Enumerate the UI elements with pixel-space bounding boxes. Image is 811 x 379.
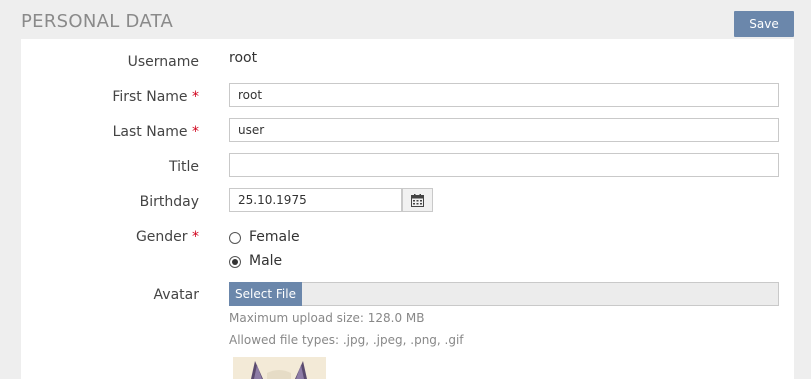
gender-female-radio[interactable] (229, 232, 241, 244)
required-marker: * (192, 124, 199, 140)
last-name-input[interactable] (229, 118, 779, 142)
gender-label: Gender * (135, 229, 199, 245)
username-value: root (229, 50, 258, 66)
max-upload-hint: Maximum upload size: 128.0 MB (229, 311, 425, 325)
file-path-field[interactable] (229, 282, 779, 306)
title-label: Title (168, 159, 199, 175)
birthday-label: Birthday (139, 194, 199, 210)
calendar-icon (411, 193, 424, 207)
first-name-input[interactable] (229, 83, 779, 107)
last-name-label: Last Name * (112, 124, 199, 140)
gender-male-label[interactable]: Male (249, 253, 282, 269)
avatar-preview (233, 357, 326, 379)
gender-female-label[interactable]: Female (249, 229, 300, 245)
required-marker: * (192, 229, 199, 245)
form-panel: Username root First Name * Last Name * T… (21, 39, 794, 379)
section-title: PERSONAL DATA (21, 11, 174, 32)
gender-male-radio[interactable] (229, 256, 241, 268)
birthday-input[interactable] (229, 188, 402, 212)
avatar-label: Avatar (153, 287, 199, 303)
select-file-button[interactable]: Select File (229, 282, 302, 306)
first-name-label: First Name * (112, 89, 199, 105)
required-marker: * (192, 89, 199, 105)
calendar-button[interactable] (402, 188, 433, 212)
save-button[interactable]: Save (734, 11, 794, 37)
username-label: Username (127, 54, 199, 70)
allowed-types-hint: Allowed file types: .jpg, .jpeg, .png, .… (229, 333, 464, 347)
title-input[interactable] (229, 153, 779, 177)
avatar-image (251, 361, 307, 379)
